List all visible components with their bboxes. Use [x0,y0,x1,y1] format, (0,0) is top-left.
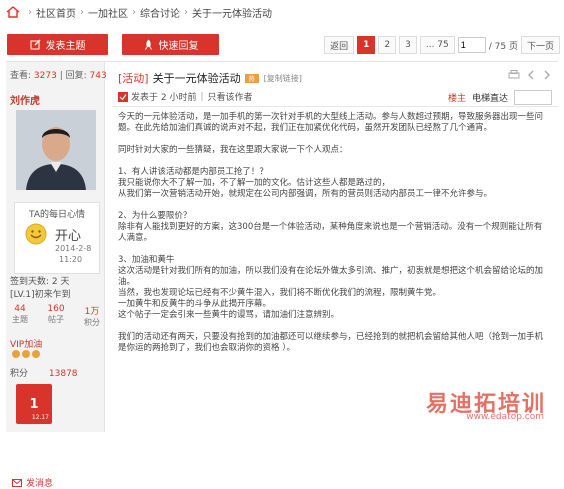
divider [112,106,558,107]
jump-to-floor-link[interactable]: 电梯直达 [472,91,508,104]
replies-label: 回复: [65,71,87,81]
post-title-row: [活动] 关于一元体验活动 热 [复制链接] [118,70,302,86]
post-paragraph: 从我们第一次营销活动开始，就规定在公司内部强调，所有的营员则活动内部员工一律不允… [118,189,493,199]
post-paragraph: 这次活动是针对我们所有的加油，所以我们没有在论坛外做太多引流、推广，初衷就是想把… [118,266,544,287]
avatar[interactable] [16,110,96,190]
copy-link-button[interactable]: [复制链接] [264,73,302,84]
breadcrumb-community-home[interactable]: 社区首页 [36,5,76,20]
post-paragraph: 同时针对大家的一些猜疑，我在这里跟大家说一下个人观点： [118,145,348,155]
author-badge-icon [118,91,128,102]
author-name[interactable]: 刘作虎 [10,92,40,107]
mood-time: 11:20 [59,255,83,264]
previous-thread-icon[interactable] [526,70,536,80]
medal-badge[interactable]: 1 12.17 [16,384,52,424]
pager-page-3[interactable]: 3 [399,36,417,54]
credits-count[interactable]: 1万 积分 [84,304,100,328]
pager-page-last[interactable]: ... 75 [419,36,455,54]
post-title: 关于一元体验活动 [152,72,241,85]
posts-count[interactable]: 160 帖子 [47,304,64,328]
post-paragraph: 除非有人能找到更好的方案，这300台是一个体验活动，某种角度来说也是一个营销活动… [118,222,543,243]
new-topic-button[interactable]: 发表主题 [7,34,108,55]
edit-icon [30,39,40,50]
mood-date: 2014-2-8 [55,244,92,253]
post-paragraph: 当然，我也发现论坛已经有不少黄牛混入，我们将不断优化我们的流程，限制黄牛党。 [118,288,442,298]
breadcrumb-general-discussion[interactable]: 综合讨论 [140,5,180,20]
post-time: 发表于 2 小时前 [131,93,197,103]
only-author-link[interactable]: 只看该作者 [208,90,253,103]
user-level: [LV.1]初来乍到 [10,290,71,300]
avatar-portrait-icon [16,110,96,190]
post-paragraph: 我们的活动还有两天，只要没有抢到的加油都还可以继续参与，已经抢到的就把机会留给其… [118,332,544,353]
posts-count-value: 160 [47,304,65,314]
topics-count[interactable]: 44 主题 [12,304,28,328]
posts-count-label: 帖子 [48,315,64,324]
post-paragraph: 这个帖子一定会引来一些黄牛的谩骂，请加油们注意辨别。 [118,310,340,320]
mood-title: TA的每日心情 [29,210,85,220]
replies-count: 743 [89,71,107,81]
vip-stars-icon [12,350,40,358]
print-icon[interactable] [508,70,520,80]
user-counts: 44 主题 160 帖子 1万 积分 [12,304,100,328]
breadcrumb-separator: › [184,6,188,18]
post-meta: 发表于 2 小时前 | 只看该作者 [118,90,253,103]
pager-page-current[interactable]: 1 [357,36,376,54]
pagination: 返回 1 2 3 ... 75 / 75 页 下一页 [324,36,560,54]
breadcrumb-separator: › [80,6,84,18]
envelope-icon [12,478,22,487]
topics-count-value: 44 [14,304,26,314]
post: [活动] 关于一元体验活动 热 [复制链接] 发表于 2 小时前 | 只看该作者… [112,62,558,432]
post-paragraph: 一加黄牛和反黄牛的斗争从此揭开序幕。 [118,299,272,309]
credits-count-value: 1万 [84,307,100,317]
post-paragraph: 1、有人讲该活动都是内部员工抢了！？ [118,167,268,177]
pager-jump-input[interactable] [457,37,486,53]
happy-face-icon [25,223,47,245]
watermark-url: www.edatop.com [466,412,544,422]
post-paragraph: 2、为什么要限价？ [118,211,192,221]
watermark: 易迪拓培训 www.edatop.com [390,386,550,424]
breadcrumb-separator: › [132,6,136,18]
post-paragraph: 我只能说你大不了解一加，不了解一加的文化。估计这些人都是路过的， [118,178,391,188]
pager-total: / 75 页 [488,41,518,52]
mood-text: 开心 [55,229,82,244]
views-label: 查看: [10,71,32,81]
pager-back-button[interactable]: 返回 [324,36,355,54]
medal-subtext: 12.17 [31,414,49,421]
points-label: 积分 [10,369,29,379]
pager-page-2[interactable]: 2 [378,36,397,54]
floor-jump-input[interactable] [514,90,552,105]
meta-separator: | [200,91,204,102]
daily-mood-card: TA的每日心情 开心 2014-2-8 11:20 [14,202,100,274]
quick-reply-button[interactable]: 快速回复 [122,34,219,55]
breadcrumb-oneplus-community[interactable]: 一加社区 [88,5,128,20]
breadcrumb-separator: › [28,6,32,18]
post-tools [508,70,552,80]
post-paragraph: 今天的一元体验活动，是一加手机的第一次针对手机的大型线上活动。参与人数超过预期，… [118,112,544,133]
credits-count-label: 积分 [84,318,100,327]
medal-text: 1 [29,396,39,412]
floor-label: 楼主 [447,94,466,104]
rocket-icon [144,39,152,50]
post-paragraph: 3、加油和黄牛 [118,255,175,265]
send-message-link[interactable]: 发消息 [12,476,53,489]
send-message-label: 发消息 [26,479,54,489]
thread-stats: 查看: 3273 | 回复: 743 [10,71,107,81]
author-sidebar: 查看: 3273 | 回复: 743 刘作虎 TA的每日心情 开心 2014-2… [6,62,107,489]
home-icon[interactable] [6,6,20,18]
hot-icon: 热 [244,73,259,83]
signin-days: 签到天数: 2 天 [10,277,70,287]
breadcrumb-current-thread[interactable]: 关于一元体验活动 [192,5,272,20]
points-value: 13878 [48,369,78,379]
topics-count-label: 主题 [12,315,28,324]
quick-reply-label: 快速回复 [158,41,199,52]
new-topic-label: 发表主题 [45,41,86,52]
post-floor: 楼主 电梯直达 [448,90,552,105]
points: 积分 13878 [10,366,78,379]
pager-next-button[interactable]: 下一页 [520,36,560,54]
post-body: 今天的一元体验活动，是一加手机的第一次针对手机的大型线上活动。参与人数超过预期，… [118,112,550,354]
next-thread-icon[interactable] [542,70,552,80]
views-count: 3273 [33,71,57,81]
breadcrumb: › 社区首页 › 一加社区 › 综合讨论 › 关于一元体验活动 [6,5,272,20]
post-tag[interactable]: [活动] [118,70,149,86]
